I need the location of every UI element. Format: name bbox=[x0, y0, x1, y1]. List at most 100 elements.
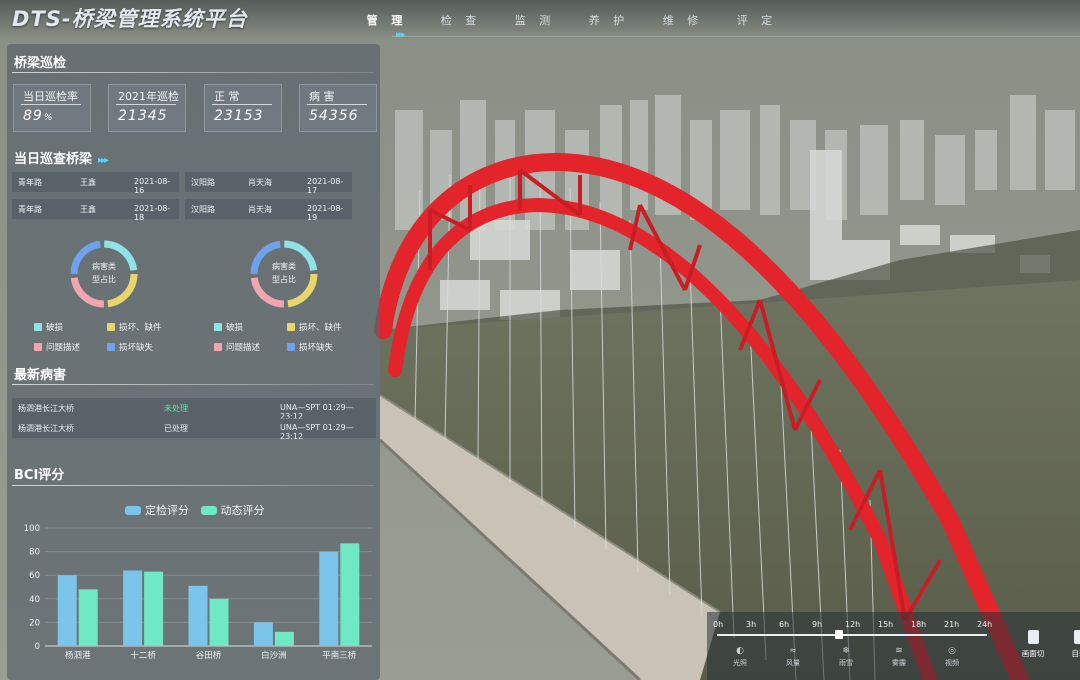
env-button[interactable]: ≋ 雾霾 bbox=[884, 646, 914, 668]
damage-type-donut-2[interactable]: 病害类 型占比 bbox=[248, 238, 320, 310]
bar-dynamic-score[interactable] bbox=[78, 589, 98, 646]
nav-item-assess[interactable]: 评 定 bbox=[720, 12, 794, 28]
damage-type-donut-1[interactable]: 病害类 型占比 bbox=[68, 238, 140, 310]
legend-swatch bbox=[34, 323, 42, 331]
road-cell: 汉阳路 bbox=[191, 205, 215, 214]
nav-item-inspect[interactable]: 检 查 bbox=[424, 12, 498, 28]
legend-swatch bbox=[200, 506, 217, 515]
env-button[interactable]: ◐ 光照 bbox=[725, 646, 755, 668]
bridge-cell: 杨泗港长江大桥 bbox=[18, 424, 74, 433]
stat-card-daily-rate: 当日巡检率 89% bbox=[13, 84, 91, 132]
stat-card-normal: 正 常 23153 bbox=[204, 84, 282, 132]
donut-center-label: 病害类 型占比 bbox=[68, 260, 140, 286]
section-divider bbox=[12, 72, 374, 73]
table-row[interactable]: 汉阳路 肖天海 2021-08-19 bbox=[185, 199, 352, 222]
auto-rotate-button[interactable]: 自转 bbox=[1061, 630, 1080, 659]
legend-label: 问题描述 bbox=[226, 343, 261, 353]
legend-item-description[interactable]: 问题描述 bbox=[214, 341, 260, 353]
status-cell: 未处理 bbox=[164, 404, 188, 413]
x-tick-label: 杨泗港 bbox=[65, 650, 91, 661]
bar-dynamic-score[interactable] bbox=[209, 598, 229, 646]
legend-label: 问题描述 bbox=[46, 343, 81, 353]
bar-inspection-score[interactable] bbox=[57, 575, 77, 646]
legend-label: 破损 bbox=[46, 323, 64, 333]
legend-item-missing-part[interactable]: 损坏、缺件 bbox=[107, 321, 162, 333]
timeline-tick-label: 21h bbox=[944, 620, 960, 629]
bar-inspection-score[interactable] bbox=[188, 585, 208, 646]
bci-chart-legend: 定检评分 动态评分 bbox=[125, 502, 265, 518]
bar-inspection-score[interactable] bbox=[253, 622, 273, 646]
donut-center-label: 病害类 型占比 bbox=[248, 260, 320, 286]
bridge-cell: 杨泗港长江大桥 bbox=[18, 404, 74, 413]
side-button-label: 自转 bbox=[1071, 649, 1080, 658]
legend-item-damage[interactable]: 破损 bbox=[214, 321, 243, 333]
env-button[interactable]: ❄ 雨雪 bbox=[831, 646, 861, 668]
nav-item-maintain[interactable]: 养 护 bbox=[572, 12, 646, 28]
timeline-tick-label: 3h bbox=[746, 620, 757, 629]
y-tick-label: 100 bbox=[24, 524, 40, 534]
stat-number: 89 bbox=[23, 108, 43, 124]
person-cell: 王鑫 bbox=[80, 178, 96, 187]
time-cell: UNA—SPT 01:29—23:12 bbox=[280, 423, 354, 441]
env-button[interactable]: ≈ 风量 bbox=[778, 646, 808, 668]
legend-label: 损坏、缺件 bbox=[119, 323, 162, 333]
legend-label: 破损 bbox=[226, 323, 244, 333]
donut-line-2: 型占比 bbox=[272, 275, 296, 284]
env-button-label: 视频 bbox=[945, 659, 959, 667]
bar-dynamic-score[interactable] bbox=[274, 631, 294, 646]
nav-item-repair[interactable]: 维 修 bbox=[646, 12, 720, 28]
nav-item-manage[interactable]: 管 理 bbox=[350, 12, 424, 28]
timeline-thumb[interactable] bbox=[834, 630, 843, 639]
x-tick-label: 白沙洲 bbox=[261, 650, 287, 661]
view-switch-button[interactable]: 画面切 bbox=[1015, 630, 1051, 659]
legend-item-missing-part[interactable]: 损坏、缺件 bbox=[287, 321, 342, 333]
y-tick-label: 20 bbox=[29, 618, 40, 628]
legend-swatch bbox=[287, 343, 295, 351]
table-row[interactable]: 杨泗港长江大桥 已处理 UNA—SPT 01:29—23:12 bbox=[12, 418, 376, 441]
legend-item-series-2[interactable]: 动态评分 bbox=[200, 504, 265, 517]
person-cell: 王鑫 bbox=[80, 205, 96, 214]
bar-dynamic-score[interactable] bbox=[340, 543, 360, 646]
bar-inspection-score[interactable] bbox=[123, 570, 143, 646]
stat-value: 89% bbox=[23, 108, 53, 124]
timeline-tick-label: 24h bbox=[977, 620, 993, 629]
table-row[interactable]: 杨泗港长江大桥 未处理 UNA—SPT 01:29—23:12 bbox=[12, 398, 376, 421]
timeline-tick-label: 18h bbox=[911, 620, 927, 629]
legend-item-lost[interactable]: 损坏缺失 bbox=[287, 341, 333, 353]
legend-item-series-1[interactable]: 定检评分 bbox=[125, 504, 189, 517]
env-button[interactable]: ◎ 视频 bbox=[937, 646, 967, 668]
legend-swatch bbox=[107, 323, 115, 331]
legend-label: 损坏、缺件 bbox=[299, 323, 342, 333]
stat-value: 54356 bbox=[309, 108, 359, 124]
legend-swatch bbox=[287, 323, 295, 331]
bar-dynamic-score[interactable] bbox=[144, 571, 164, 646]
legend-item-description[interactable]: 问题描述 bbox=[34, 341, 80, 353]
legend-item-damage[interactable]: 破损 bbox=[34, 321, 63, 333]
date-cell: 2021-08-16 bbox=[134, 177, 171, 195]
stat-underline bbox=[21, 104, 81, 105]
auto-rotate-icon bbox=[1073, 630, 1080, 644]
table-row[interactable]: 汉阳路 肖天海 2021-08-17 bbox=[185, 172, 352, 195]
table-row[interactable]: 青年路 王鑫 2021-08-18 bbox=[12, 199, 179, 222]
bar-inspection-score[interactable] bbox=[319, 551, 339, 646]
stat-label: 当日巡检率 bbox=[23, 90, 78, 103]
legend-swatch bbox=[214, 343, 222, 351]
today-bridges-title-text: 当日巡查桥梁 bbox=[14, 152, 93, 167]
env-button-label: 光照 bbox=[733, 659, 747, 667]
legend-swatch bbox=[34, 343, 42, 351]
env-button-label: 雨雪 bbox=[839, 659, 853, 667]
table-row[interactable]: 青年路 王鑫 2021-08-16 bbox=[12, 172, 179, 195]
legend-swatch bbox=[107, 343, 115, 351]
nav-item-monitor[interactable]: 监 测 bbox=[498, 12, 572, 28]
legend-item-lost[interactable]: 损坏缺失 bbox=[107, 341, 153, 353]
timeline-track[interactable] bbox=[717, 634, 987, 636]
timeline-tick-label: 9h bbox=[812, 620, 823, 629]
road-cell: 汉阳路 bbox=[191, 178, 215, 187]
snow-icon: ❄ bbox=[842, 646, 850, 656]
stat-card-yearly: 2021年巡检 21345 bbox=[108, 84, 186, 132]
y-tick-label: 60 bbox=[29, 571, 40, 581]
timeline-tick-label: 12h bbox=[845, 620, 861, 629]
stat-underline bbox=[307, 104, 367, 105]
date-cell: 2021-08-18 bbox=[134, 204, 171, 222]
nav-divider bbox=[392, 36, 1080, 37]
